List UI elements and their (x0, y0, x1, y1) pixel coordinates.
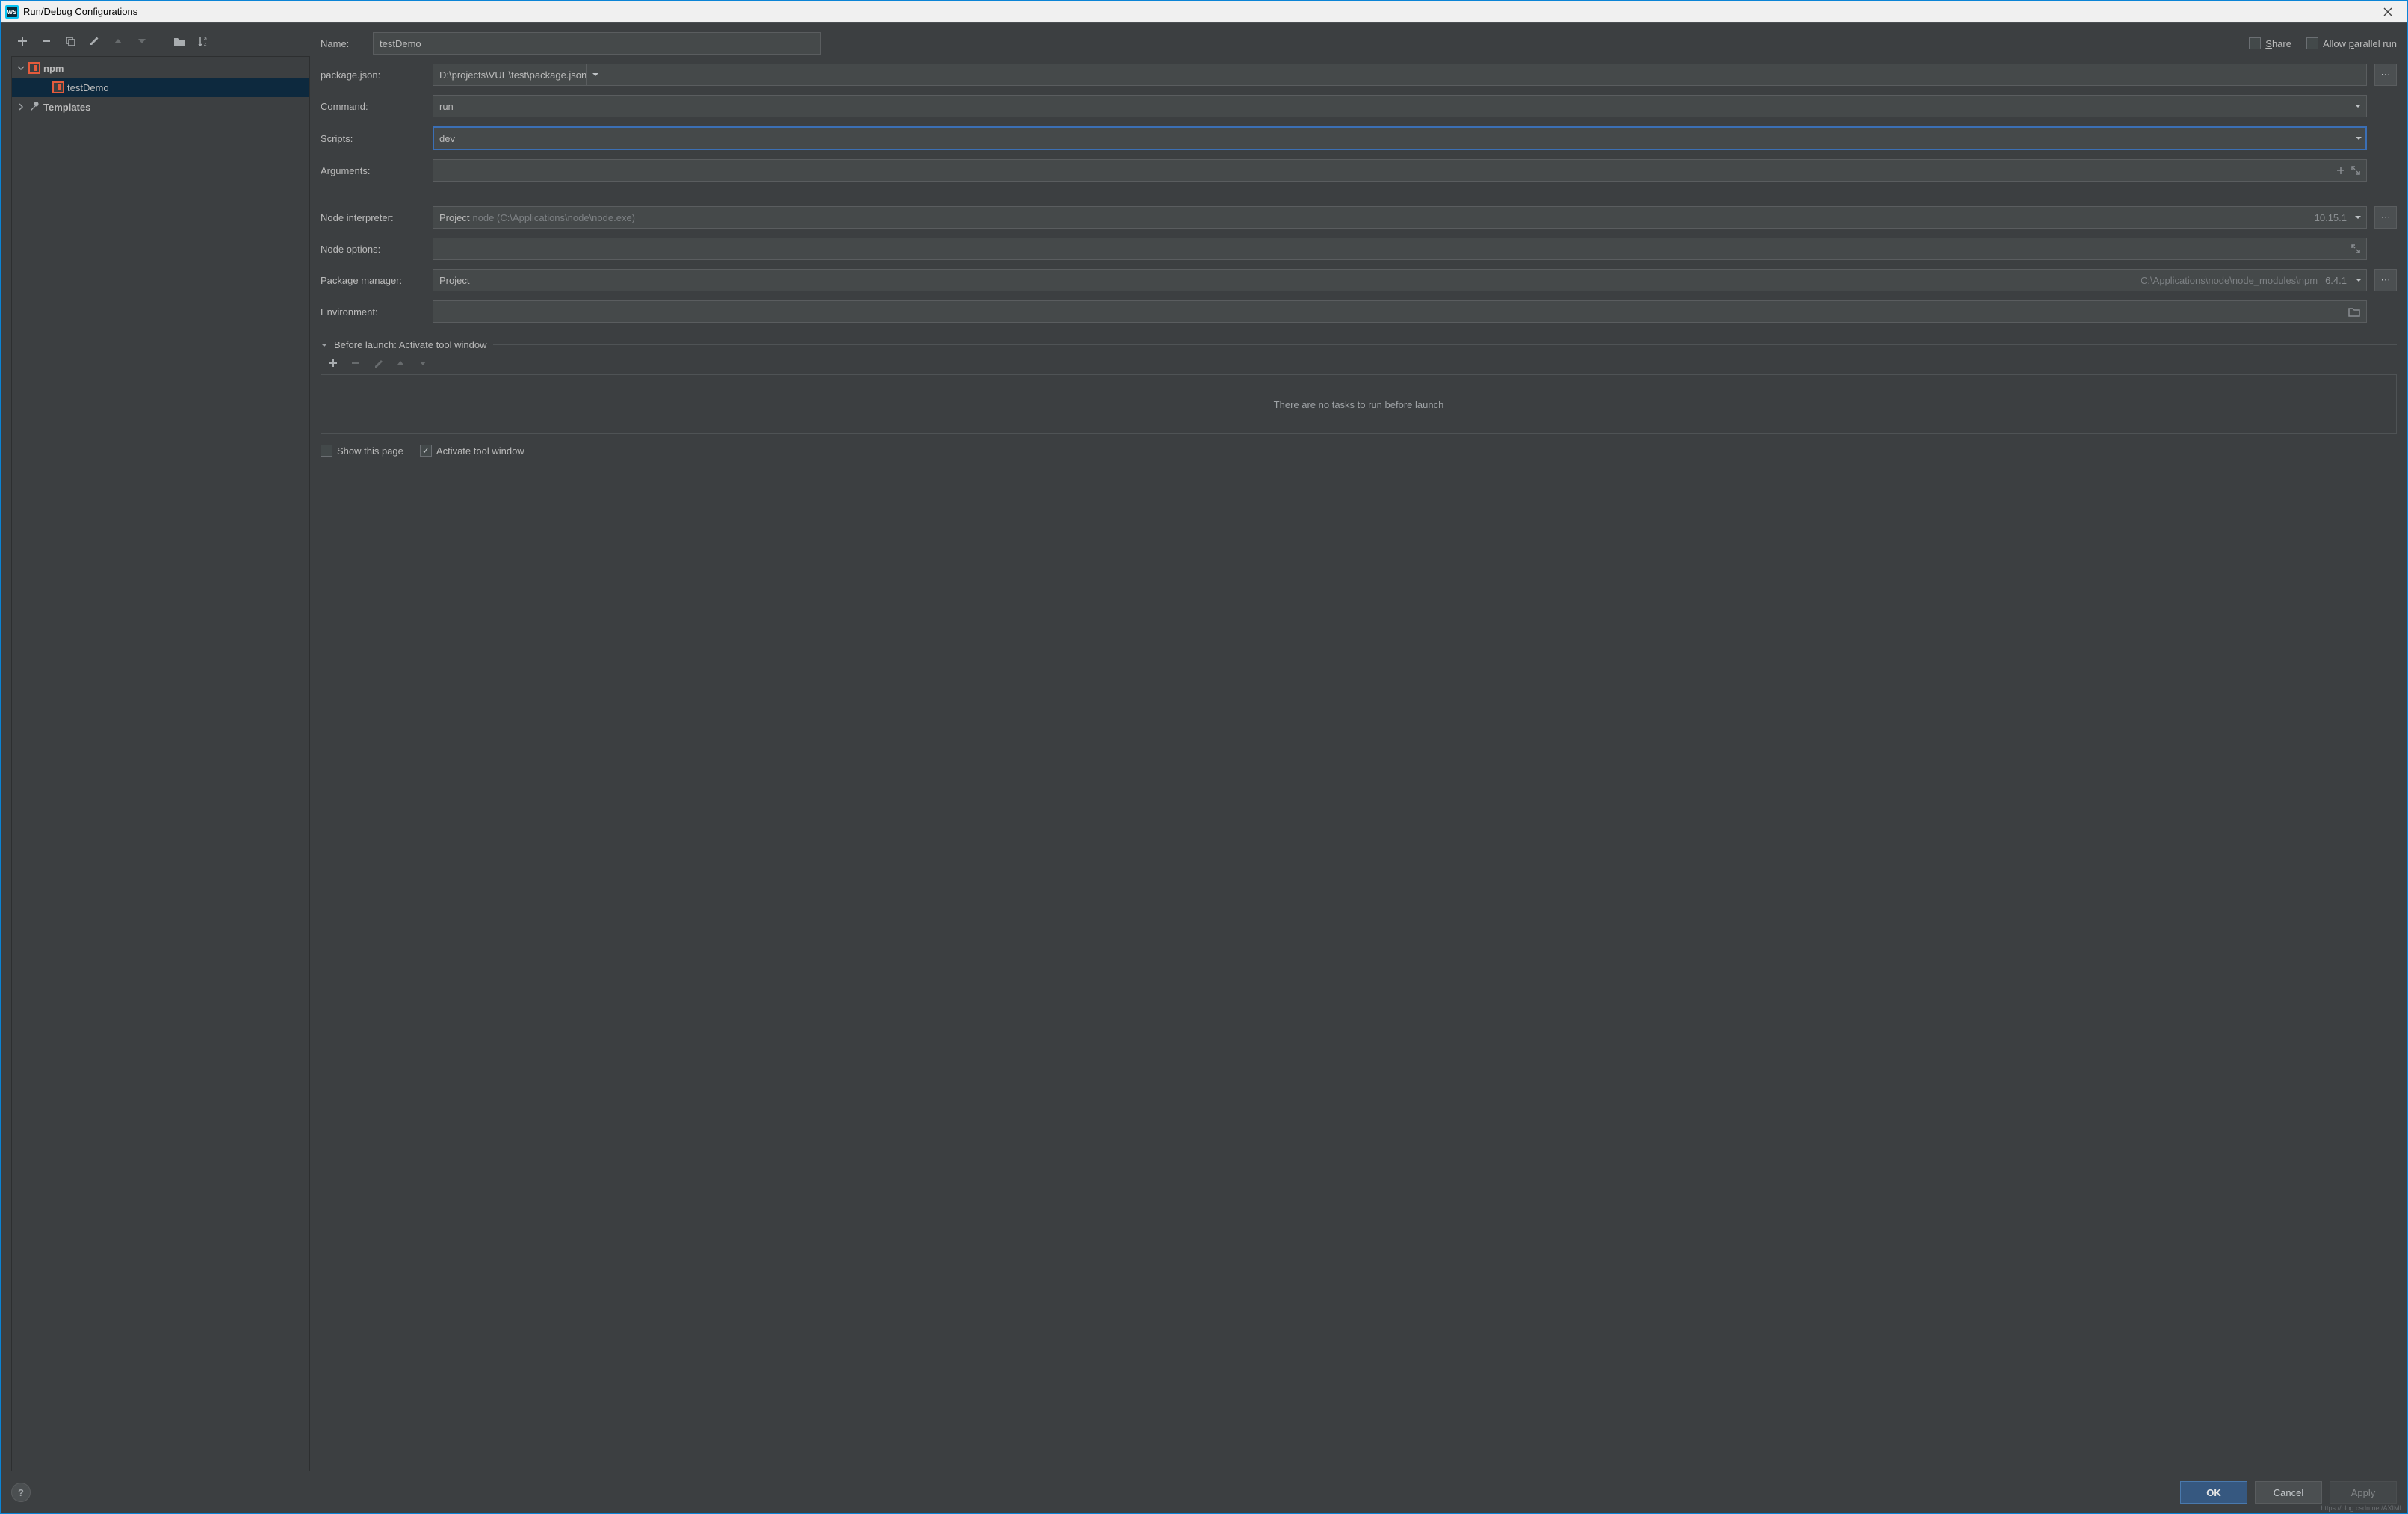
command-value: run (439, 101, 454, 112)
svg-text:a: a (204, 37, 207, 42)
browse-package-manager-button[interactable]: ⋯ (2374, 269, 2397, 291)
expand-icon[interactable] (2351, 166, 2360, 175)
move-up-button[interactable] (110, 33, 126, 49)
command-label: Command: (321, 101, 425, 112)
allow-parallel-checkbox[interactable]: Allow parallel run (2306, 37, 2397, 49)
activate-tool-window-label: Activate tool window (436, 445, 524, 457)
svg-text:WS: WS (7, 9, 18, 16)
node-interpreter-ghost: node (C:\Applications\node\node.exe) (472, 212, 635, 223)
name-field[interactable] (373, 32, 821, 55)
command-field[interactable]: run (433, 95, 2367, 117)
before-launch-toolbar (321, 350, 2397, 374)
dropdown-caret-icon[interactable] (2350, 96, 2366, 117)
package-manager-version: 6.4.1 (2325, 275, 2350, 286)
add-config-button[interactable] (14, 33, 31, 49)
package-manager-prefix: Project (439, 275, 469, 286)
node-options-field[interactable] (433, 238, 2367, 260)
node-interpreter-field[interactable]: Project node (C:\Applications\node\node.… (433, 206, 2367, 229)
checkbox-icon (2249, 37, 2261, 49)
tree-node-npm[interactable]: npm (12, 58, 309, 78)
arguments-input[interactable] (439, 165, 2336, 176)
checkbox-icon (2306, 37, 2318, 49)
package-manager-label: Package manager: (321, 275, 425, 286)
config-tree[interactable]: npm testDemo Templates (11, 56, 310, 1471)
node-interpreter-label: Node interpreter: (321, 212, 425, 223)
apply-button[interactable]: Apply (2330, 1481, 2397, 1504)
add-task-button[interactable] (326, 356, 340, 370)
name-label: Name: (321, 38, 365, 49)
before-launch-header[interactable]: Before launch: Activate tool window (321, 339, 2397, 350)
checkbox-icon (321, 445, 332, 457)
sort-button[interactable]: az (195, 33, 211, 49)
wrench-icon (28, 101, 40, 113)
browse-node-interpreter-button[interactable]: ⋯ (2374, 206, 2397, 229)
window-close-button[interactable] (2373, 1, 2403, 22)
webstorm-icon: WS (5, 5, 19, 19)
task-up-button[interactable] (394, 356, 407, 370)
ok-button[interactable]: OK (2180, 1481, 2247, 1504)
before-launch-title: Before launch: Activate tool window (334, 339, 487, 350)
name-input[interactable] (380, 38, 814, 49)
edit-defaults-button[interactable] (86, 33, 102, 49)
titlebar: WS Run/Debug Configurations (1, 1, 2407, 23)
remove-config-button[interactable] (38, 33, 55, 49)
before-launch-tasks-panel: There are no tasks to run before launch (321, 374, 2397, 434)
show-this-page-label: Show this page (337, 445, 403, 457)
arguments-label: Arguments: (321, 165, 425, 176)
npm-icon (52, 81, 64, 93)
scripts-field[interactable]: dev (433, 126, 2367, 150)
tree-node-templates[interactable]: Templates (12, 97, 309, 117)
package-manager-field[interactable]: Project C:\Applications\node\node_module… (433, 269, 2367, 291)
activate-tool-window-checkbox[interactable]: Activate tool window (420, 445, 524, 457)
window-title: Run/Debug Configurations (23, 6, 2373, 17)
environment-field[interactable] (433, 300, 2367, 323)
plus-icon[interactable] (2336, 166, 2345, 175)
tree-node-testdemo[interactable]: testDemo (12, 78, 309, 97)
node-options-input[interactable] (439, 244, 2351, 255)
package-json-label: package.json: (321, 69, 425, 81)
edit-task-button[interactable] (371, 356, 385, 370)
show-this-page-checkbox[interactable]: Show this page (321, 445, 403, 457)
scripts-label: Scripts: (321, 133, 425, 144)
config-toolbar: az (11, 31, 310, 56)
checkbox-checked-icon (420, 445, 432, 457)
tree-node-label: Templates (43, 102, 90, 113)
tree-node-label: testDemo (67, 82, 109, 93)
node-options-label: Node options: (321, 244, 425, 255)
svg-text:z: z (204, 42, 207, 47)
expand-icon[interactable] (2351, 244, 2360, 253)
remove-task-button[interactable] (349, 356, 362, 370)
dropdown-caret-icon[interactable] (2350, 207, 2366, 228)
chevron-down-icon (16, 64, 25, 72)
dropdown-caret-icon[interactable] (586, 64, 603, 85)
package-json-field[interactable]: D:\projects\VUE\test\package.json (433, 64, 2367, 86)
node-interpreter-version: 10.15.1 (2315, 212, 2350, 223)
tree-node-label: npm (43, 63, 64, 74)
no-tasks-label: There are no tasks to run before launch (1274, 399, 1444, 410)
package-manager-ghost: C:\Applications\node\node_modules\npm (2141, 275, 2318, 286)
dialog-footer: ? OK Cancel Apply https://blog.csdn.net/… (1, 1471, 2407, 1513)
help-button[interactable]: ? (11, 1483, 31, 1502)
copy-config-button[interactable] (62, 33, 78, 49)
package-json-value: D:\projects\VUE\test\package.json (439, 69, 586, 81)
folder-icon[interactable] (2348, 307, 2360, 317)
watermark: https://blog.csdn.net/AXIMI (2321, 1504, 2401, 1512)
node-interpreter-prefix: Project (439, 212, 469, 223)
environment-label: Environment: (321, 306, 425, 318)
folder-button[interactable] (171, 33, 188, 49)
divider (493, 344, 2397, 345)
dropdown-caret-icon[interactable] (2350, 128, 2366, 149)
npm-icon (28, 62, 40, 74)
task-down-button[interactable] (416, 356, 430, 370)
cancel-button[interactable]: Cancel (2255, 1481, 2322, 1504)
move-down-button[interactable] (134, 33, 150, 49)
environment-input[interactable] (439, 306, 2348, 318)
chevron-down-icon (321, 342, 328, 349)
scripts-value: dev (439, 133, 455, 144)
dropdown-caret-icon[interactable] (2350, 270, 2366, 291)
share-checkbox[interactable]: Share (2249, 37, 2291, 49)
chevron-right-icon (16, 102, 25, 111)
arguments-field[interactable] (433, 159, 2367, 182)
browse-package-json-button[interactable]: ⋯ (2374, 64, 2397, 86)
